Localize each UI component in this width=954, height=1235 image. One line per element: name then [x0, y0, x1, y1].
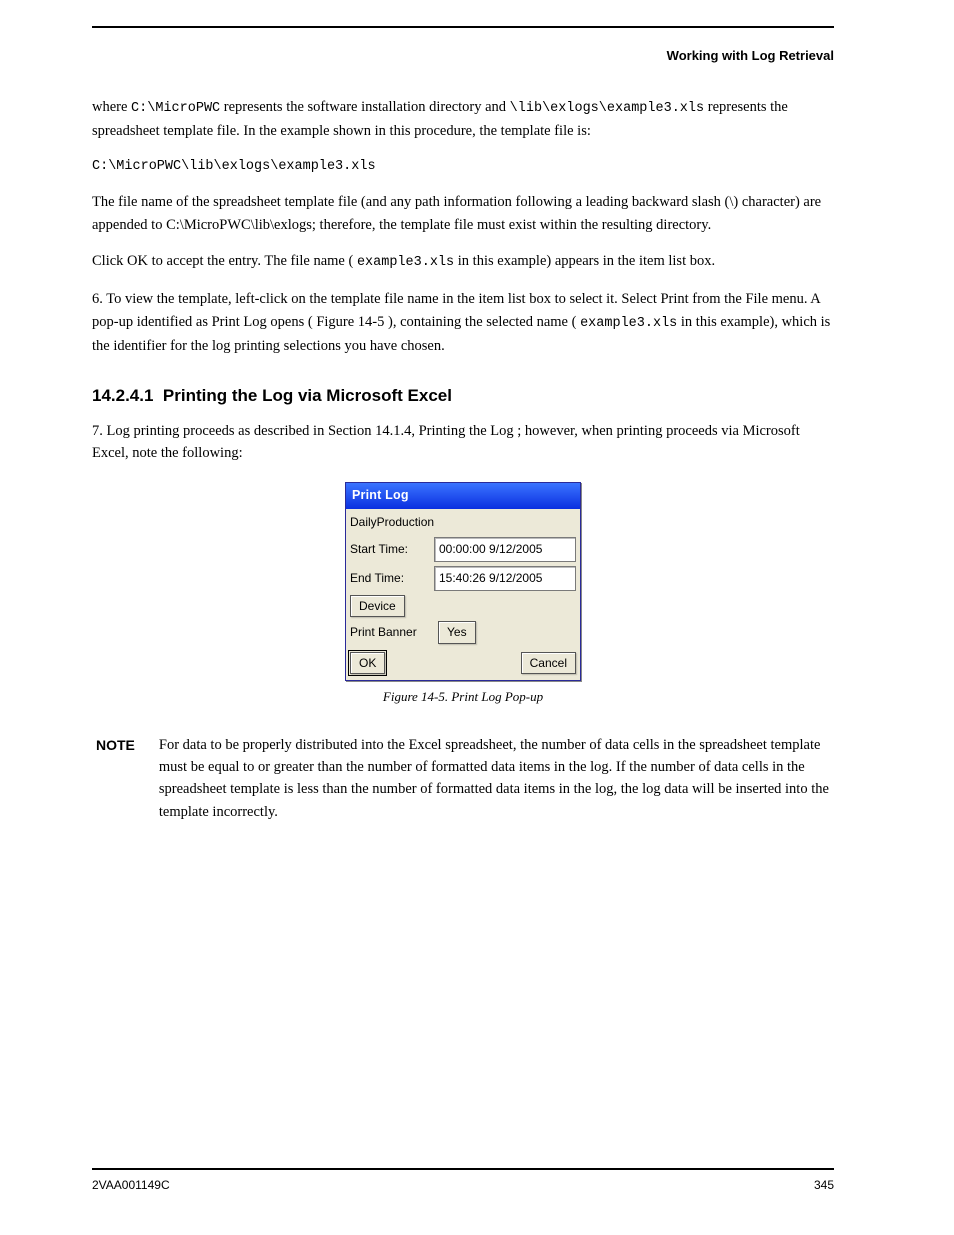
section-reference: Section 14.1.4, Printing the Log: [328, 423, 514, 439]
print-banner-label: Print Banner: [350, 623, 432, 642]
end-time-label: End Time:: [350, 569, 428, 588]
text: where: [92, 99, 131, 115]
section-title: Printing the Log via Microsoft Excel: [163, 386, 452, 405]
template-filename: example3.xls: [580, 316, 677, 331]
dialog-title-bar: Print Log: [346, 483, 580, 508]
paragraph-step6: 6. To view the template, left-click on t…: [92, 288, 834, 357]
print-log-dialog: Print Log DailyProduction Start Time: 00…: [345, 482, 581, 681]
text: 7. Log printing proceeds as described in: [92, 423, 328, 439]
footer-page-number: 345: [814, 1176, 834, 1195]
text: Click OK to accept the entry. The file n…: [92, 253, 353, 269]
end-time-field[interactable]: 15:40:26 9/12/2005: [434, 566, 576, 591]
print-banner-toggle[interactable]: Yes: [438, 621, 476, 644]
section-heading: 14.2.4.1 Printing the Log via Microsoft …: [92, 383, 834, 409]
cancel-button[interactable]: Cancel: [521, 652, 576, 675]
figure-caption: Figure 14-5. Print Log Pop-up: [92, 687, 834, 707]
full-template-path: C:\MicroPWC\lib\exlogs\example3.xls: [92, 157, 834, 178]
paragraph-path-intro: where C:\MicroPWC represents the softwar…: [92, 96, 834, 142]
section-number: 14.2.4.1: [92, 386, 153, 405]
start-time-label: Start Time:: [350, 540, 428, 559]
paragraph-append-rule: The file name of the spreadsheet templat…: [92, 191, 834, 236]
footer-rule: [92, 1168, 834, 1170]
ok-button[interactable]: OK: [350, 652, 385, 675]
install-dir-path: C:\MicroPWC: [131, 101, 220, 116]
paragraph-click-ok: Click OK to accept the entry. The file n…: [92, 250, 834, 274]
top-rule: [92, 26, 834, 28]
text: ), containing the selected name (: [388, 314, 576, 330]
template-filename: example3.xls: [357, 255, 454, 270]
figure-reference: Figure 14-5: [316, 314, 384, 330]
paragraph-step7: 7. Log printing proceeds as described in…: [92, 420, 834, 465]
page-header: Working with Log Retrieval: [92, 46, 834, 66]
footer-doc-id: 2VAA001149C: [92, 1176, 170, 1195]
template-relpath: \lib\exlogs\example3.xls: [510, 101, 704, 116]
note-body: For data to be properly distributed into…: [159, 734, 834, 824]
device-button[interactable]: Device: [350, 595, 405, 618]
text: represents the software installation dir…: [224, 99, 510, 115]
dialog-log-name: DailyProduction: [350, 511, 576, 534]
start-time-field[interactable]: 00:00:00 9/12/2005: [434, 537, 576, 562]
note-label: NOTE: [96, 734, 135, 757]
text: in this example) appears in the item lis…: [458, 253, 715, 269]
